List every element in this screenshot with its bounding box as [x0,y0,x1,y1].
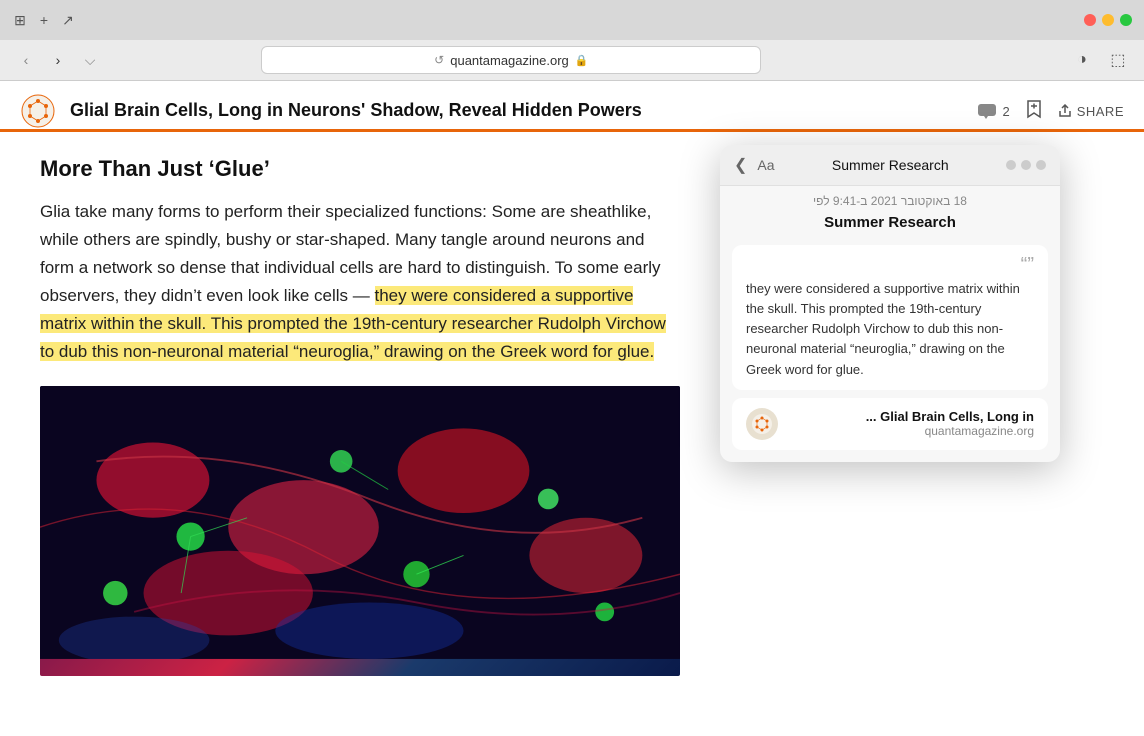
reader-mode-button[interactable]: ◑ [1068,46,1096,74]
sidebar-toggle-button[interactable]: ⬚ [1104,46,1132,74]
traffic-lights [1084,14,1132,26]
quote-marks: “” [746,255,1034,275]
back-button[interactable]: ‹ [12,46,40,74]
tab-bar: ⊞ + ↗ [0,0,1144,40]
browser-chrome: ⊞ + ↗ ‹ › ⌵ ↺ quantamagazine.org 🔒 ◑ ⬚ [0,0,1144,81]
quote-text: they were considered a supportive matrix… [746,279,1034,380]
notes-font-button[interactable]: Aa [757,157,774,173]
grid-icon[interactable]: ⊞ [12,12,28,28]
article-header-left: Glial Brain Cells, Long in Neurons' Shad… [20,93,642,129]
notes-dot-3 [1036,160,1046,170]
share-label: SHARE [1077,104,1124,119]
notes-note-title: Summer Research [720,212,1060,239]
article-header-right: 2 SHARE [977,99,1124,124]
notes-dot-2 [1021,160,1031,170]
close-button[interactable] [1084,14,1096,26]
neural-network-image [40,386,680,659]
bookmark-icon [1026,99,1042,119]
address-bar[interactable]: ↺ quantamagazine.org 🔒 [261,46,761,74]
notes-popup: ❮ Aa Summer Research 18 באוקטובר 2021 ב-… [720,145,1060,462]
source-logo [746,408,778,440]
url-text: quantamagazine.org [450,53,569,68]
notes-dot-1 [1006,160,1016,170]
section-heading: More Than Just ‘Glue’ [40,156,680,182]
forward-button[interactable]: › [44,46,72,74]
quote-card: “” they were considered a supportive mat… [732,245,1048,390]
address-bar-row: ‹ › ⌵ ↺ quantamagazine.org 🔒 ◑ ⬚ [0,40,1144,80]
tab-controls-left: ⊞ + ↗ [12,12,76,28]
share-icon [1058,104,1072,118]
nav-buttons: ‹ › ⌵ [12,46,104,74]
new-tab-button[interactable]: + [36,12,52,28]
comment-count: 2 [1002,104,1009,119]
notes-title: Summer Research [785,157,996,173]
article-image [40,386,680,676]
minimize-button[interactable] [1102,14,1114,26]
quanta-logo [20,93,56,129]
article-paragraph: Glia take many forms to perform their sp… [40,198,680,366]
article-title: Glial Brain Cells, Long in Neurons' Shad… [70,99,642,122]
comment-icon [977,103,997,119]
article-header: Glial Brain Cells, Long in Neurons' Shad… [0,81,1144,132]
bookmark-button[interactable] [1026,99,1042,124]
more-button[interactable]: ⌵ [76,46,104,74]
article-body: More Than Just ‘Glue’ Glia take many for… [0,132,720,736]
notes-header-dots [1006,160,1046,170]
lock-icon: 🔒 [575,54,589,67]
notes-date: 18 באוקטובר 2021 ב-9:41 לפי [720,186,1060,212]
notes-back-button[interactable]: ❮ [734,155,747,175]
source-card[interactable]: ... Glial Brain Cells, Long in quantamag… [732,398,1048,450]
source-domain: quantamagazine.org [788,424,1034,438]
comment-button[interactable]: 2 [977,103,1009,119]
reload-icon[interactable]: ↺ [434,53,444,67]
source-info: ... Glial Brain Cells, Long in quantamag… [788,409,1034,438]
share-button[interactable]: SHARE [1058,104,1124,119]
maximize-button[interactable] [1120,14,1132,26]
source-title: ... Glial Brain Cells, Long in [788,409,1034,424]
notes-header: ❮ Aa Summer Research [720,145,1060,186]
source-logo-icon [750,412,774,436]
toolbar-right: ◑ ⬚ [1068,46,1132,74]
share-tab-icon[interactable]: ↗ [60,12,76,28]
